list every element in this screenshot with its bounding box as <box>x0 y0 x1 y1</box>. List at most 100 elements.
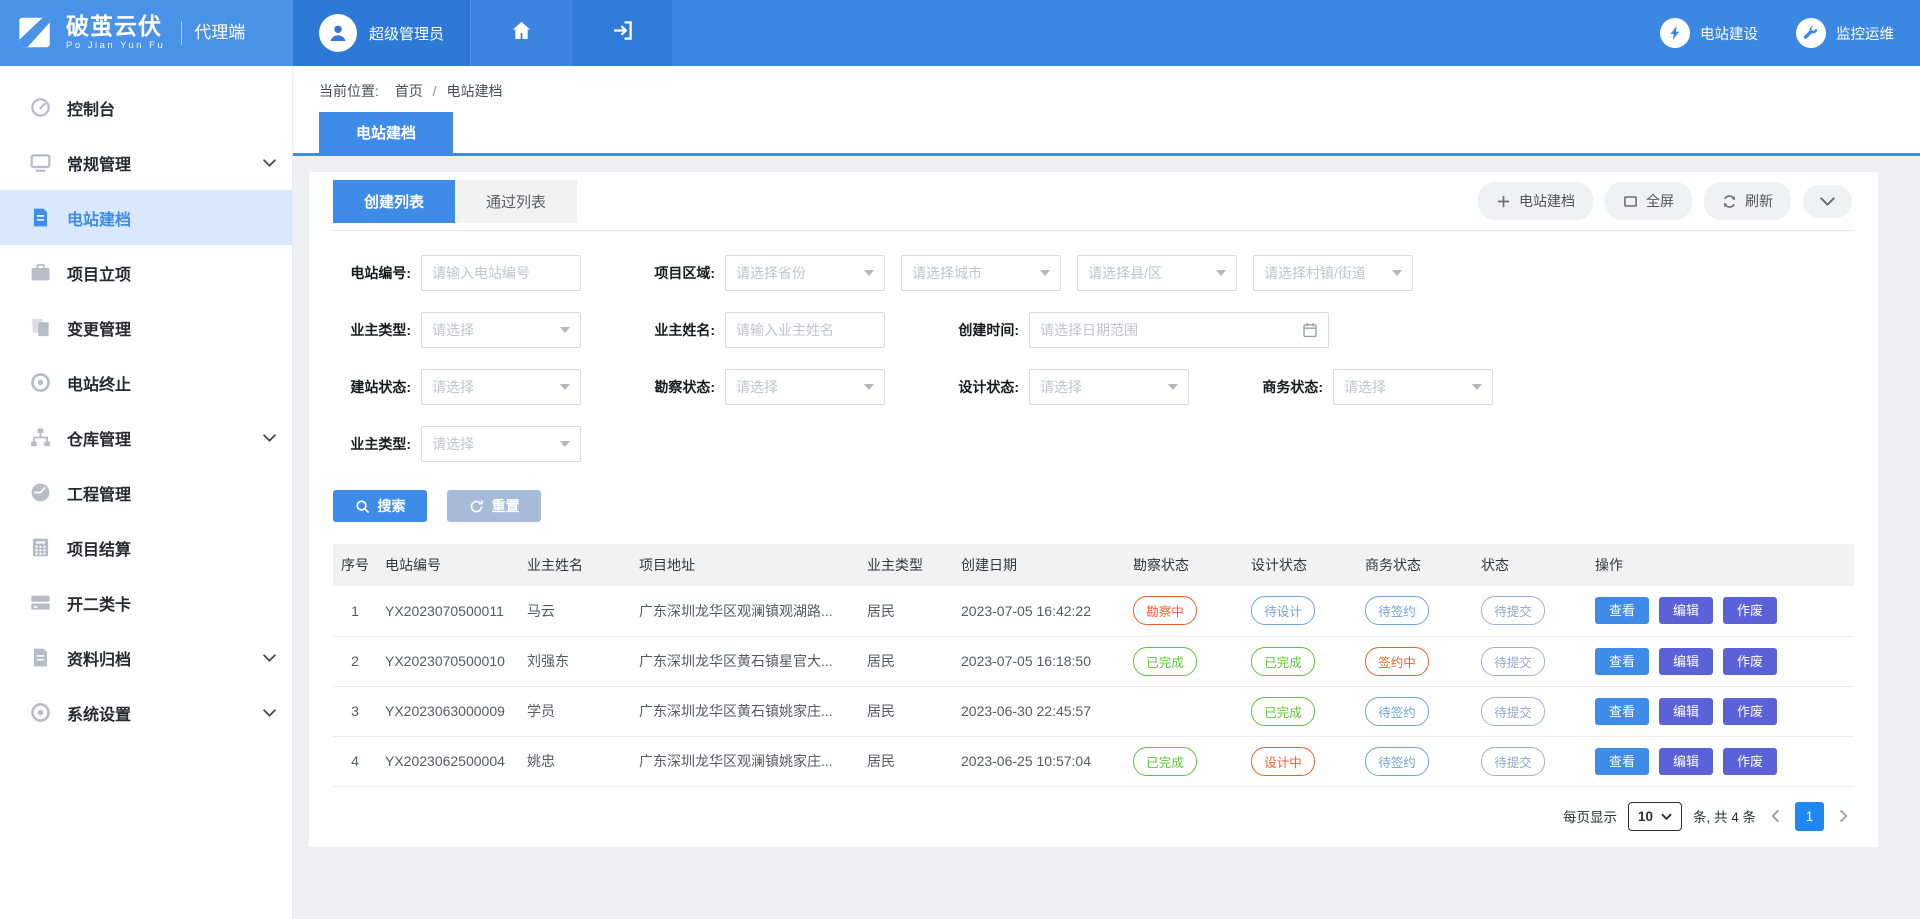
refresh-button[interactable]: 刷新 <box>1704 182 1791 220</box>
status-status-badge: 待提交 <box>1481 647 1545 676</box>
view-button[interactable]: 查看 <box>1595 648 1649 675</box>
filter-actions: 搜索 重置 <box>333 483 1854 544</box>
cell-address: 广东深圳龙华区黄石镇星官大... <box>631 636 859 686</box>
cell-owner-type: 居民 <box>859 586 953 636</box>
prev-page-button[interactable] <box>1767 809 1784 823</box>
void-button[interactable]: 作废 <box>1723 597 1777 624</box>
cell-design-status: 已完成 <box>1243 686 1357 736</box>
design-status-select[interactable]: 请选择 <box>1029 369 1189 405</box>
sidebar-item-label: 控制台 <box>67 96 115 120</box>
sidebar-item-second-type-card[interactable]: 开二类卡 <box>0 575 292 630</box>
owner-name-input[interactable] <box>725 312 885 348</box>
build-status-select[interactable]: 请选择 <box>421 369 581 405</box>
filter-label: 创建时间: <box>941 320 1019 340</box>
sidebar-item-station-archive[interactable]: 电站建档 <box>0 190 292 245</box>
view-button[interactable]: 查看 <box>1595 748 1649 775</box>
owner-type-2-select[interactable]: 请选择 <box>421 426 581 462</box>
page-tab-station-archive[interactable]: 电站建档 <box>319 112 453 153</box>
panel-card: 创建列表 通过列表 电站建档 全屏 刷新 电站编号:项目区域: 请选择省份 请选… <box>309 172 1878 847</box>
sidebar-item-project-initiation[interactable]: 项目立项 <box>0 245 292 300</box>
business-status-badge: 待签约 <box>1365 697 1429 726</box>
cell-index: 2 <box>333 636 377 686</box>
create-time-input[interactable]: 请选择日期范围 <box>1029 312 1329 348</box>
main: 当前位置: 首页 / 电站建档 电站建档 创建列表 通过列表 电站建档 <box>293 66 1920 919</box>
owner-type-select[interactable]: 请选择 <box>421 312 581 348</box>
chevron-down-icon <box>1661 813 1672 820</box>
calendar-icon <box>1302 322 1318 338</box>
cell-business-status: 签约中 <box>1357 636 1473 686</box>
view-button[interactable]: 查看 <box>1595 597 1649 624</box>
sidebar-item-label: 电站建档 <box>67 206 131 230</box>
panel-tabs: 创建列表 通过列表 <box>333 180 577 223</box>
province-select[interactable]: 请选择省份 <box>725 255 885 291</box>
table-row: 4YX2023062500004姚忠广东深圳龙华区观澜镇姚家庄...居民2023… <box>333 736 1854 786</box>
breadcrumb-home-link[interactable]: 首页 <box>395 83 423 99</box>
cell-owner-type: 居民 <box>859 686 953 736</box>
quick-nav-station-construction[interactable]: 电站建设 <box>1660 18 1758 48</box>
village-select[interactable]: 请选择村镇/街道 <box>1253 255 1413 291</box>
sidebar-item-engineering-management[interactable]: 工程管理 <box>0 465 292 520</box>
create-station-button[interactable]: 电站建档 <box>1478 182 1593 220</box>
survey-status-badge: 已完成 <box>1133 747 1197 776</box>
chevron-down-icon <box>263 434 276 442</box>
app: 破茧云伏 Po Jian Yun Fu 代理端 超级管理员 电站建设 监控运维 <box>0 0 1920 919</box>
tab-create-list[interactable]: 创建列表 <box>333 180 455 223</box>
sidebar-item-console[interactable]: 控制台 <box>0 80 292 135</box>
quick-nav-monitoring-ops[interactable]: 监控运维 <box>1796 18 1894 48</box>
sidebar-item-warehouse-management[interactable]: 仓库管理 <box>0 410 292 465</box>
cell-address: 广东深圳龙华区黄石镇姚家庄... <box>631 686 859 736</box>
cell-address: 广东深圳龙华区观澜镇姚家庄... <box>631 736 859 786</box>
city-select[interactable]: 请选择城市 <box>901 255 1061 291</box>
per-page-select[interactable]: 10 <box>1628 802 1682 831</box>
cell-business-status: 待签约 <box>1357 736 1473 786</box>
sidebar-item-change-management[interactable]: 变更管理 <box>0 300 292 355</box>
brand-title: 破茧云伏 <box>66 14 165 39</box>
tab-passed-list[interactable]: 通过列表 <box>455 180 577 223</box>
user-menu[interactable]: 超级管理员 <box>293 0 470 66</box>
edit-button[interactable]: 编辑 <box>1659 597 1713 624</box>
sidebar-item-general-management[interactable]: 常规管理 <box>0 135 292 190</box>
void-button[interactable]: 作废 <box>1723 748 1777 775</box>
edit-button[interactable]: 编辑 <box>1659 648 1713 675</box>
caret-down-icon <box>864 270 874 276</box>
survey-status-select[interactable]: 请选择 <box>725 369 885 405</box>
filter-design-status: 设计状态: 请选择 <box>941 369 1189 405</box>
document-icon <box>30 207 51 228</box>
gauge-icon <box>30 482 51 503</box>
caret-down-icon <box>1216 270 1226 276</box>
sidebar-item-station-termination[interactable]: 电站终止 <box>0 355 292 410</box>
panel-head: 创建列表 通过列表 电站建档 全屏 刷新 <box>333 180 1854 231</box>
fullscreen-button[interactable]: 全屏 <box>1605 182 1692 220</box>
void-button[interactable]: 作废 <box>1723 698 1777 725</box>
cell-owner-type: 居民 <box>859 636 953 686</box>
next-page-button[interactable] <box>1835 809 1852 823</box>
cell-owner-type: 居民 <box>859 736 953 786</box>
edit-button[interactable]: 编辑 <box>1659 698 1713 725</box>
edit-button[interactable]: 编辑 <box>1659 748 1713 775</box>
page-1-button[interactable]: 1 <box>1795 802 1824 831</box>
void-button[interactable]: 作废 <box>1723 648 1777 675</box>
county-select[interactable]: 请选择县/区 <box>1077 255 1237 291</box>
logout-button[interactable] <box>571 0 672 66</box>
status-status-badge: 待提交 <box>1481 747 1545 776</box>
filter-label: 设计状态: <box>941 377 1019 397</box>
sidebar-item-data-archive[interactable]: 资料归档 <box>0 630 292 685</box>
sidebar-item-project-settlement[interactable]: 项目结算 <box>0 520 292 575</box>
caret-down-icon <box>1392 270 1402 276</box>
collapse-button[interactable] <box>1803 185 1852 218</box>
column-header: 业主类型 <box>859 544 953 586</box>
caret-down-icon <box>1040 270 1050 276</box>
home-button[interactable] <box>470 0 571 66</box>
view-button[interactable]: 查看 <box>1595 698 1649 725</box>
cell-survey-status: 已完成 <box>1125 636 1243 686</box>
sidebar-item-system-settings[interactable]: 系统设置 <box>0 685 292 740</box>
station-no-input[interactable] <box>421 255 581 291</box>
column-header: 勘察状态 <box>1125 544 1243 586</box>
column-header: 创建日期 <box>953 544 1125 586</box>
bolt-icon <box>1660 18 1690 48</box>
sidebar-item-label: 常规管理 <box>67 151 131 175</box>
cell-status-status: 待提交 <box>1473 686 1587 736</box>
search-button[interactable]: 搜索 <box>333 490 427 522</box>
reset-button[interactable]: 重置 <box>447 490 541 522</box>
business-status-select[interactable]: 请选择 <box>1333 369 1493 405</box>
